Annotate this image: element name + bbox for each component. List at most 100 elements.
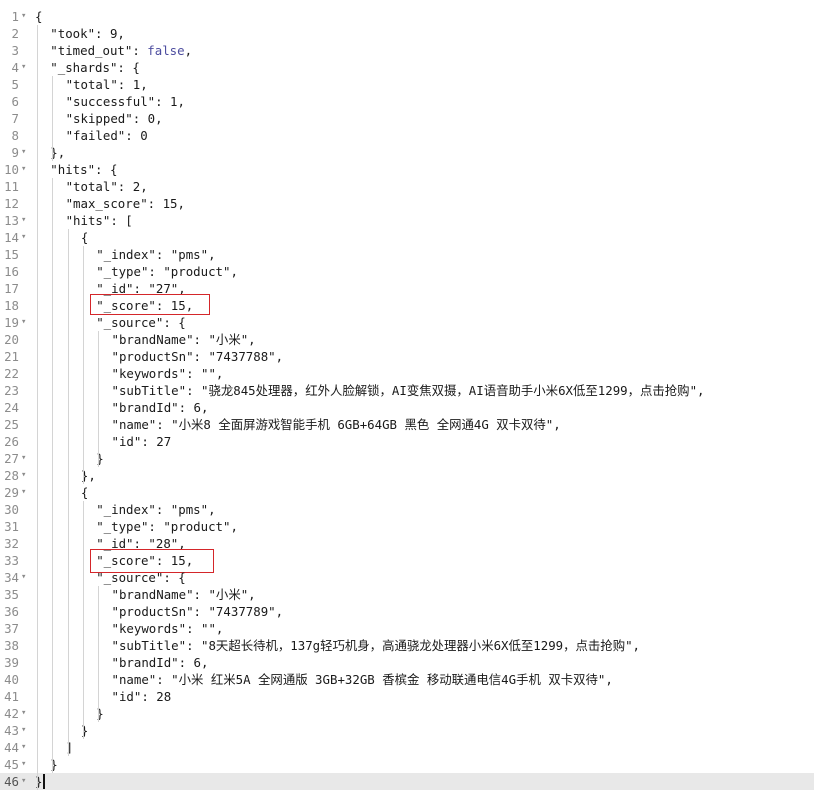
code-line: 43 ▾} [0, 722, 814, 739]
chevron-down-icon[interactable]: ▾ [21, 229, 29, 246]
line-number: 10 [4, 162, 19, 177]
code-text: "hits": { [50, 162, 118, 177]
line-number: 26 [4, 434, 19, 449]
line-number: 27 [4, 451, 19, 466]
code-text: "_source": { [96, 315, 186, 330]
code-text: "hits": [ [65, 213, 133, 228]
code-text: "productSn": "7437789", [111, 604, 284, 619]
chevron-down-icon[interactable]: ▾ [21, 8, 29, 25]
chevron-down-icon[interactable]: ▾ [21, 739, 29, 756]
code-line: 27 ▾} [0, 450, 814, 467]
code-line: 12 "max_score": 15, [0, 195, 814, 212]
line-number: 6 [11, 94, 19, 109]
code-line: 11 "total": 2, [0, 178, 814, 195]
code-text: "keywords": "", [111, 366, 224, 381]
code-line: 46 ▾} [0, 773, 814, 790]
chevron-down-icon[interactable]: ▾ [21, 161, 29, 178]
code-line: 40 "name": "小米 红米5A 全网通版 3GB+32GB 香槟金 移动联… [0, 671, 814, 688]
code-line: 25 "name": "小米8 全面屏游戏智能手机 6GB+64GB 黑色 全网通… [0, 416, 814, 433]
line-number: 31 [4, 519, 19, 534]
indent-guide [37, 25, 38, 790]
line-number: 12 [4, 196, 19, 211]
line-number: 40 [4, 672, 19, 687]
line-number: 39 [4, 655, 19, 670]
line-number: 17 [4, 281, 19, 296]
code-text: { [35, 9, 43, 24]
code-line: 37 "keywords": "", [0, 620, 814, 637]
code-line: 36 "productSn": "7437789", [0, 603, 814, 620]
chevron-down-icon[interactable]: ▾ [21, 467, 29, 484]
line-number: 45 [4, 757, 19, 772]
code-line: 44 ▾] [0, 739, 814, 756]
code-line: 28 ▾}, [0, 467, 814, 484]
line-number: 37 [4, 621, 19, 636]
chevron-down-icon[interactable]: ▾ [21, 212, 29, 229]
code-line: 5 "total": 1, [0, 76, 814, 93]
code-line: 19 ▾ "_source": { [0, 314, 814, 331]
line-number: 9 [11, 145, 19, 160]
code-text: "brandId": 6, [111, 655, 209, 670]
line-number: 19 [4, 315, 19, 330]
code-line: 39 "brandId": 6, [0, 654, 814, 671]
chevron-down-icon[interactable]: ▾ [21, 756, 29, 773]
line-number: 1 [11, 9, 19, 24]
line-number: 3 [11, 43, 19, 58]
code-line: 38 "subTitle": "8天超长待机，137g轻巧机身，高通骁龙处理器小米… [0, 637, 814, 654]
chevron-down-icon[interactable]: ▾ [21, 144, 29, 161]
chevron-down-icon[interactable]: ▾ [21, 569, 29, 586]
line-number: 13 [4, 213, 19, 228]
line-number: 23 [4, 383, 19, 398]
code-text: { [80, 230, 89, 245]
line-number: 4 [11, 60, 19, 75]
code-text: "_source": { [96, 570, 186, 585]
code-line: 9 ▾}, [0, 144, 814, 161]
code-line: 45 ▾} [0, 756, 814, 773]
line-number: 41 [4, 689, 19, 704]
json-viewer[interactable]: 1 ▾{2 "took": 9, 3 "timed_out": false, 4 ▾ "_sh… [0, 0, 814, 793]
line-number: 25 [4, 417, 19, 432]
code-line: 13 ▾ "hits": [ [0, 212, 814, 229]
line-number: 44 [4, 740, 19, 755]
code-line: 41 "id": 28 [0, 688, 814, 705]
line-number: 21 [4, 349, 19, 364]
code-text: "id": 28 [111, 689, 172, 704]
code-text: "name": "小米 红米5A 全网通版 3GB+32GB 香槟金 移动联通电… [111, 672, 613, 687]
line-number: 30 [4, 502, 19, 517]
code-text: "brandId": 6, [111, 400, 209, 415]
line-number: 16 [4, 264, 19, 279]
code-line: 10 ▾ "hits": { [0, 161, 814, 178]
indent-guide [98, 331, 100, 467]
code-text: "total": 1, [65, 77, 148, 92]
chevron-down-icon[interactable]: ▾ [21, 484, 29, 501]
indent-guide [82, 246, 84, 484]
code-line: 3 "timed_out": false, [0, 42, 814, 59]
chevron-down-icon[interactable]: ▾ [21, 314, 29, 331]
line-number: 36 [4, 604, 19, 619]
code-line: 30 "_index": "pms", [0, 501, 814, 518]
code-text: "_type": "product", [96, 519, 238, 534]
code-line: 4 ▾ "_shards": { [0, 59, 814, 76]
line-number: 18 [4, 298, 19, 313]
line-number: 35 [4, 587, 19, 602]
code-line: 8 "failed": 0 [0, 127, 814, 144]
line-number: 2 [11, 26, 19, 41]
code-text: "subTitle": "8天超长待机，137g轻巧机身，高通骁龙处理器小米6X… [111, 638, 641, 653]
code-line: 18 "_score": 15, [0, 294, 814, 315]
chevron-down-icon[interactable]: ▾ [21, 59, 29, 76]
chevron-down-icon[interactable]: ▾ [21, 773, 29, 790]
code-line: 22 "keywords": "", [0, 365, 814, 382]
line-number: 22 [4, 366, 19, 381]
chevron-down-icon[interactable]: ▾ [21, 722, 29, 739]
chevron-down-icon[interactable]: ▾ [21, 450, 29, 467]
code-line: 15 "_index": "pms", [0, 246, 814, 263]
chevron-down-icon[interactable]: ▾ [21, 705, 29, 722]
code-text: "name": "小米8 全面屏游戏智能手机 6GB+64GB 黑色 全网通4G… [111, 417, 561, 432]
code-line: 24 "brandId": 6, [0, 399, 814, 416]
line-number: 29 [4, 485, 19, 500]
text-cursor [43, 774, 45, 789]
code-text: "skipped": 0, [65, 111, 163, 126]
code-line: 34 ▾ "_source": { [0, 569, 814, 586]
line-number: 34 [4, 570, 19, 585]
line-number: 11 [4, 179, 19, 194]
code-line: 2 "took": 9, [0, 25, 814, 42]
